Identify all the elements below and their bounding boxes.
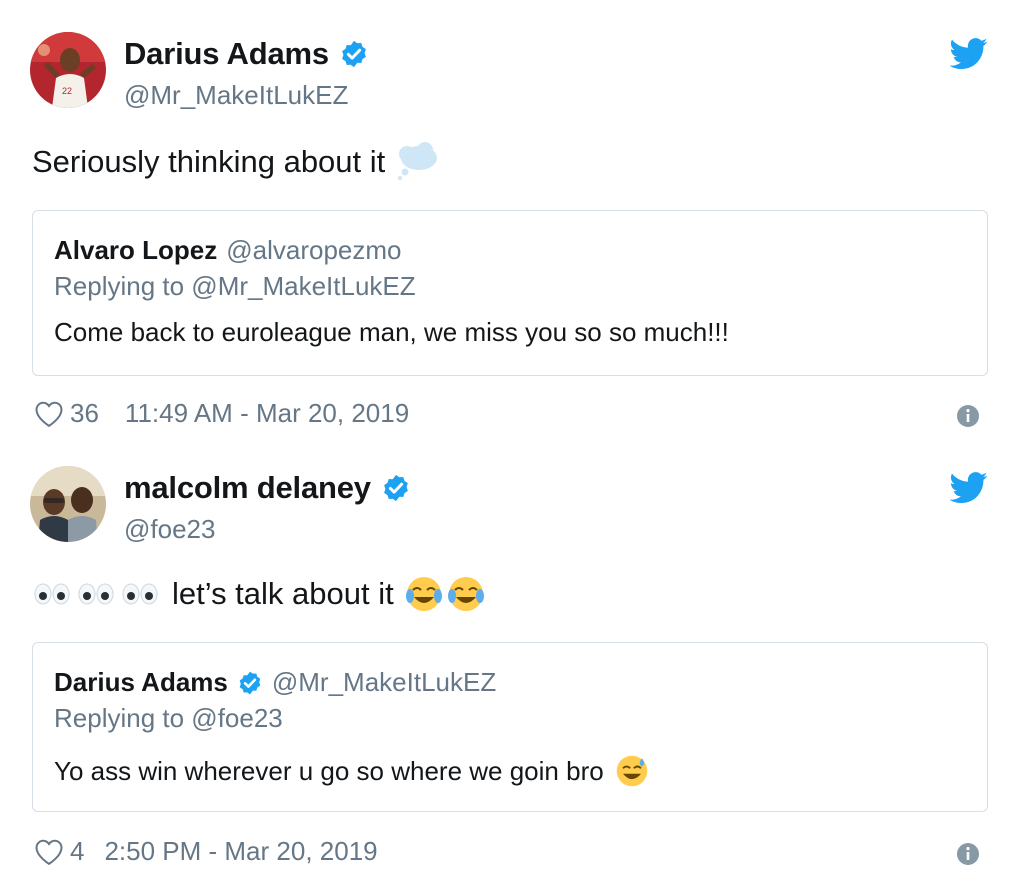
quoted-tweet[interactable]: Darius Adams @Mr_MakeItLukEZ Replying to… [32,642,988,812]
tweet-text-content: Seriously thinking about it [32,144,386,179]
replying-to-label: Replying to @foe23 [54,703,283,733]
info-icon[interactable] [956,404,980,433]
tweet-text: let’s talk about it [32,574,486,614]
twitter-bird-icon[interactable] [949,38,988,75]
replying-to-label: Replying to @Mr_MakeItLukEZ [54,271,416,301]
tweet-text-content: let’s talk about it [172,576,394,611]
heart-icon[interactable] [34,400,64,428]
author-display-name[interactable]: malcolm delaney [124,470,371,506]
heart-icon[interactable] [34,838,64,866]
verified-badge-icon [339,39,369,69]
author-avatar[interactable]: 22 [30,32,106,108]
info-icon[interactable] [956,842,980,871]
quoted-author-handle: @alvaropezmo [226,235,402,265]
author-avatar[interactable] [30,466,106,542]
verified-badge-icon [381,473,411,503]
quoted-author-name: Darius Adams [54,667,228,697]
quoted-author-handle: @Mr_MakeItLukEZ [271,667,497,697]
quoted-tweet-text: Yo ass win wherever u go so where we goi… [54,753,650,789]
quoted-tweet-text-content: Yo ass win wherever u go so where we goi… [54,755,604,786]
verified-badge-icon [237,670,263,696]
quoted-author-name: Alvaro Lopez [54,235,218,265]
eyes-icon [32,582,72,606]
thought-balloon-icon [395,142,439,182]
eyes-icon [76,582,116,606]
author-name-row[interactable]: Darius Adams [124,36,369,72]
author-handle[interactable]: @Mr_MakeItLukEZ [124,80,348,111]
tweet-timestamp[interactable]: 11:49 AM - Mar 20, 2019 [125,398,409,429]
svg-text:22: 22 [62,86,72,96]
grinning-sweat-icon [614,753,650,789]
tweet-card: 22 Darius Adams @Mr_MakeItLukEZ Seriousl… [0,0,1024,440]
quoted-author-row: Alvaro Lopez @alvaropezmo [54,235,402,266]
author-handle[interactable]: @foe23 [124,514,215,545]
tweet-card: malcolm delaney @foe23 let’s talk about … [0,440,1024,878]
quoted-tweet-text: Come back to euroleague man, we miss you… [54,317,729,347]
twitter-bird-icon[interactable] [949,472,988,509]
like-count[interactable]: 36 [70,398,99,429]
tears-of-joy-icon [404,574,444,614]
quoted-author-row: Darius Adams @Mr_MakeItLukEZ [54,667,496,698]
tweet-timestamp[interactable]: 2:50 PM - Mar 20, 2019 [104,836,377,867]
tweet-footer: 4 2:50 PM - Mar 20, 2019 [34,836,378,867]
like-count[interactable]: 4 [70,836,84,867]
tweet-footer: 36 11:49 AM - Mar 20, 2019 [34,398,409,429]
quoted-tweet[interactable]: Alvaro Lopez @alvaropezmo Replying to @M… [32,210,988,376]
eyes-icon [120,582,160,606]
tears-of-joy-icon [446,574,486,614]
author-name-row[interactable]: malcolm delaney [124,470,411,506]
tweet-text: Seriously thinking about it [32,142,439,182]
author-display-name[interactable]: Darius Adams [124,36,329,72]
